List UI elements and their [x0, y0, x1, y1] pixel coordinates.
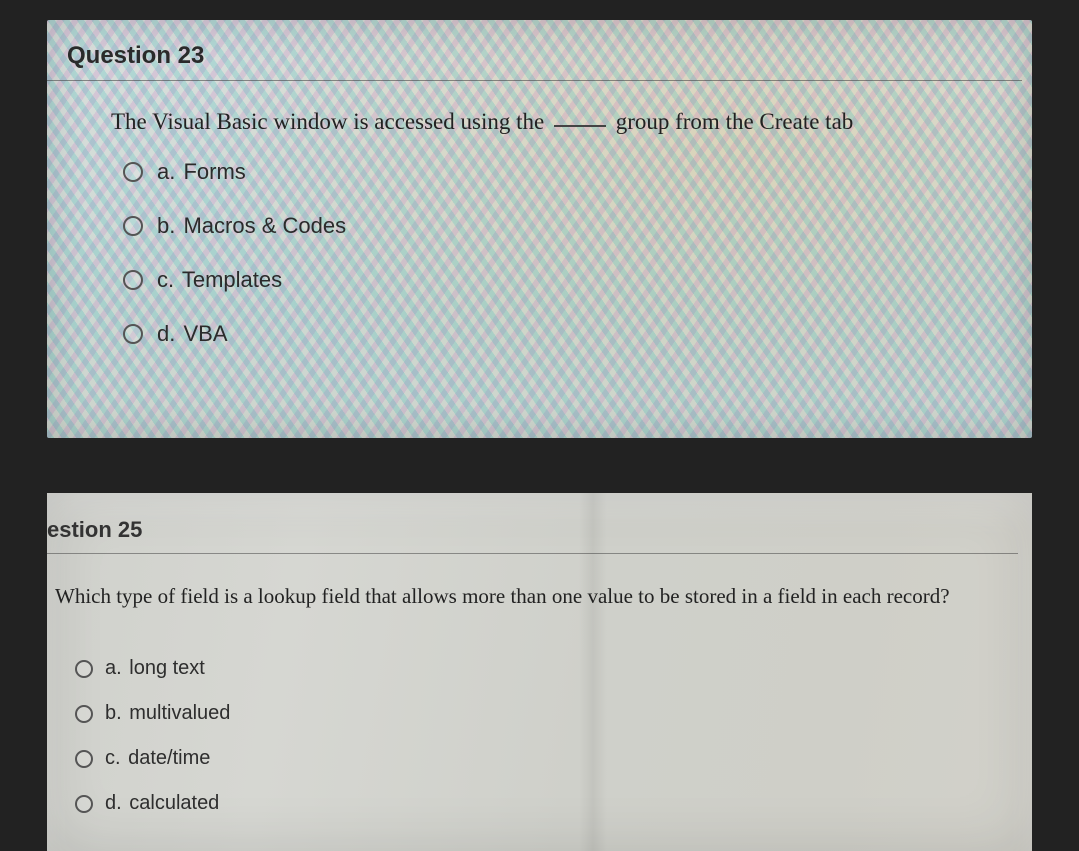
radio-icon[interactable] — [123, 324, 143, 344]
option-text: VBA — [183, 321, 227, 346]
option-label: a. long text — [105, 657, 205, 680]
radio-icon[interactable] — [75, 660, 93, 678]
option-text: calculated — [129, 792, 219, 814]
option-text: long text — [129, 657, 205, 679]
option-label: d. VBA — [157, 321, 228, 347]
option-d[interactable]: d. calculated — [75, 792, 1032, 815]
question-prompt: The Visual Basic window is accessed usin… — [47, 81, 1032, 135]
radio-icon[interactable] — [123, 270, 143, 290]
option-c[interactable]: c. date/time — [75, 747, 1032, 770]
options-list: a. long text b. multivalued c. date/time — [47, 609, 1032, 815]
option-d[interactable]: d. VBA — [123, 321, 1032, 347]
option-text: Macros & Codes — [183, 213, 346, 238]
options-list: a. Forms b. Macros & Codes c. Templates — [47, 135, 1032, 347]
question-23-card: Question 23 The Visual Basic window is a… — [47, 20, 1032, 438]
question-heading: Question 23 — [47, 20, 1022, 81]
option-b[interactable]: b. Macros & Codes — [123, 213, 1032, 239]
option-letter: c. — [105, 747, 121, 769]
option-label: c. date/time — [105, 747, 210, 770]
prompt-text-pre: The Visual Basic window is accessed usin… — [111, 109, 544, 134]
option-a[interactable]: a. long text — [75, 657, 1032, 680]
option-letter: b. — [157, 213, 175, 238]
option-label: c. Templates — [157, 267, 282, 293]
option-label: b. multivalued — [105, 702, 230, 725]
option-label: a. Forms — [157, 159, 246, 185]
radio-icon[interactable] — [123, 162, 143, 182]
option-a[interactable]: a. Forms — [123, 159, 1032, 185]
option-letter: c. — [157, 267, 174, 292]
radio-icon[interactable] — [75, 795, 93, 813]
prompt-text-post: group from the Create tab — [616, 109, 854, 134]
fill-blank — [554, 125, 606, 127]
option-letter: b. — [105, 702, 122, 724]
option-letter: a. — [157, 159, 175, 184]
option-text: Forms — [183, 159, 245, 184]
option-letter: a. — [105, 657, 122, 679]
option-label: b. Macros & Codes — [157, 213, 346, 239]
question-heading: estion 25 — [47, 493, 1018, 554]
radio-icon[interactable] — [123, 216, 143, 236]
option-b[interactable]: b. multivalued — [75, 702, 1032, 725]
radio-icon[interactable] — [75, 750, 93, 768]
option-letter: d. — [105, 792, 122, 814]
option-label: d. calculated — [105, 792, 219, 815]
question-25-card: estion 25 Which type of field is a looku… — [47, 493, 1032, 851]
option-text: multivalued — [129, 702, 230, 724]
option-c[interactable]: c. Templates — [123, 267, 1032, 293]
question-prompt: Which type of field is a lookup field th… — [47, 554, 1032, 609]
option-text: Templates — [182, 267, 282, 292]
page: Question 23 The Visual Basic window is a… — [0, 0, 1079, 851]
option-text: date/time — [128, 747, 210, 769]
radio-icon[interactable] — [75, 705, 93, 723]
option-letter: d. — [157, 321, 175, 346]
